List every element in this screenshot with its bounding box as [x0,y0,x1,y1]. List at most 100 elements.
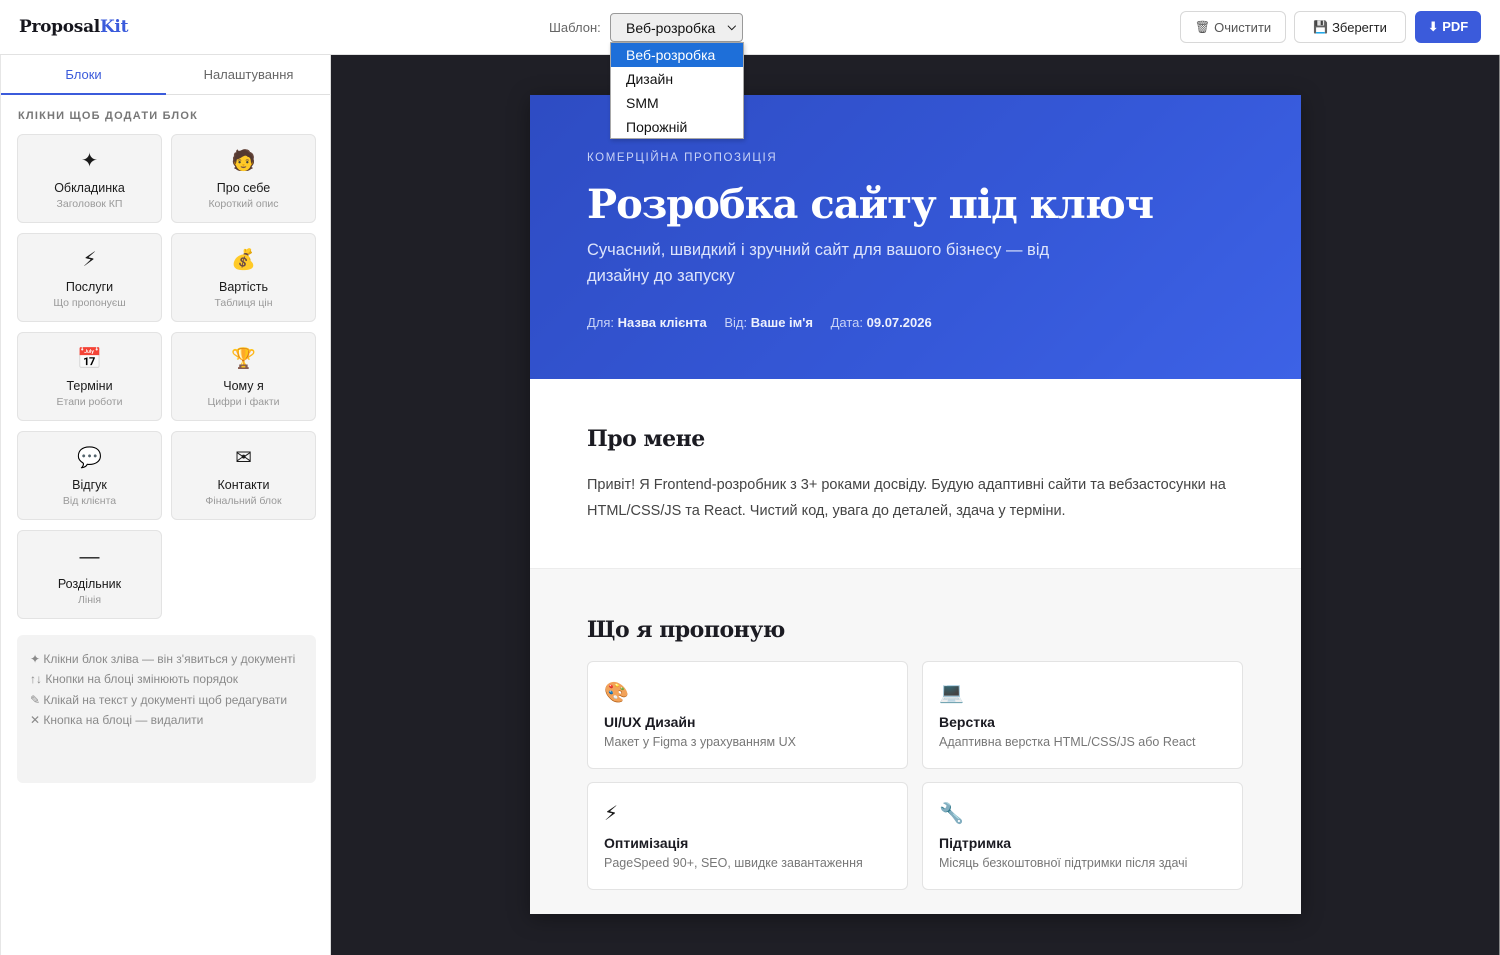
divider-line-icon: — [79,546,100,568]
sidebar-tabs: Блоки Налаштування [1,55,331,95]
document-canvas: КОМЕРЦІЙНА ПРОПОЗИЦІЯ Розробка сайту під… [331,55,1500,955]
block-card-subtitle: Лінія [77,594,102,606]
block-card[interactable]: ✦ Обкладинка Заголовок КП [17,134,162,223]
template-select[interactable]: Веб-розробка ⌵ [610,13,743,42]
block-card[interactable]: — Роздільник Лінія [17,530,162,619]
cover-title[interactable]: Розробка сайту під ключ [587,181,1154,228]
block-card[interactable]: 💬 Відгук Від клієнта [17,431,162,520]
block-card[interactable]: 📅 Терміни Етапи роботи [17,332,162,421]
block-card-title: Про себе [216,181,271,195]
palette-icon: 🎨 [604,682,629,704]
cover-meta: Для: Назва клієнта Від: Ваше ім'я Дата: … [587,315,946,330]
sidebar: Блоки Налаштування КЛІКНИ ЩОБ ДОДАТИ БЛО… [0,55,331,955]
save-button-label: Зберегти [1332,19,1387,35]
cover-date-label: Дата: [830,315,863,330]
speech-bubble-icon: 💬 [77,447,102,469]
money-bag-icon: 💰 [231,249,256,271]
service-subtitle[interactable]: PageSpeed 90+, SEO, швидке завантаження [604,856,863,870]
template-option-empty[interactable]: Порожній [611,115,743,139]
block-card-title: Терміни [66,379,113,393]
template-select-value: Веб-розробка [626,20,716,36]
hint-line: ✕ Кнопка на блоці — видалити [30,712,204,727]
block-card[interactable]: ✉ Контакти Фінальний блок [171,431,316,520]
hint-line: ↑↓ Кнопки на блоці змінюють порядок [30,672,239,687]
cover-from[interactable]: Від: Ваше ім'я [724,315,813,330]
cover-eyebrow[interactable]: КОМЕРЦІЙНА ПРОПОЗИЦІЯ [587,152,777,164]
about-block[interactable]: Про мене Привіт! Я Frontend-розробник з … [530,379,1301,569]
block-card-subtitle: Заголовок КП [56,198,123,210]
cover-date[interactable]: Дата: 09.07.2026 [831,315,932,330]
template-option-design[interactable]: Дизайн [611,67,743,91]
hint-line: ✎ Клікай на текст у документі щоб редагу… [30,692,288,707]
proposal-document: КОМЕРЦІЙНА ПРОПОЗИЦІЯ Розробка сайту під… [530,95,1301,914]
block-card-subtitle: Від клієнта [62,495,117,507]
service-subtitle[interactable]: Місяць безкоштовної підтримки після здач… [939,856,1187,870]
tab-blocks[interactable]: Блоки [1,55,166,95]
top-bar: ProposalKit Шаблон: Веб-розробка ⌵ Веб-р… [0,0,1500,139]
template-label: Шаблон: [549,20,601,35]
block-card[interactable]: 💰 Вартість Таблиця цін [171,233,316,322]
template-option-smm[interactable]: SMM [611,91,743,115]
services-title[interactable]: Що я пропоную [587,617,785,643]
logo-text: Proposal [19,17,100,37]
about-title[interactable]: Про мене [587,426,705,452]
pdf-button[interactable]: ⬇ PDF [1415,11,1481,43]
app-logo[interactable]: ProposalKit [19,17,128,37]
laptop-icon: 💻 [939,682,964,704]
block-card-subtitle: Цифри і факти [207,396,280,408]
services-block[interactable]: Що я пропоную 🎨 UI/UX Дизайн Макет у Figma… [530,569,1301,914]
floppy-disk-icon: 💾 [1313,20,1329,34]
block-card-title: Вартість [219,280,268,294]
lightning-icon: ⚡ [604,803,619,825]
cover-subtitle[interactable]: Сучасний, швидкий і зручний сайт для ваш… [587,237,1087,289]
block-card-subtitle: Короткий опис [208,198,279,210]
hint-line: ✦ Клікни блок зліва — він з'явиться у до… [30,652,296,666]
save-button[interactable]: 💾 Зберегти [1294,11,1406,43]
block-card-title: Роздільник [57,577,122,591]
block-card[interactable]: ⚡ Послуги Що пропонуєш [17,233,162,322]
trash-icon: 🗑 [1194,20,1211,34]
block-card-title: Чому я [223,379,264,393]
block-card-title: Обкладинка [54,181,125,195]
clear-button-label: Очистити [1214,19,1272,35]
calendar-icon: 📅 [77,348,102,370]
lightning-icon: ⚡ [82,249,97,271]
hint-box: ✦ Клікни блок зліва — він з'явиться у до… [17,635,316,783]
block-card-title: Контакти [217,478,270,492]
service-title[interactable]: UI/UX Дизайн [604,714,695,730]
block-card-title: Відгук [72,478,107,492]
about-text[interactable]: Привіт! Я Frontend-розробник з 3+ роками… [587,472,1257,524]
cover-for-value: Назва клієнта [617,315,707,330]
block-card-subtitle: Фінальний блок [205,495,282,507]
service-title[interactable]: Підтримка [939,835,1011,851]
block-card-subtitle: Таблиця цін [214,297,273,309]
cover-for-label: Для: [587,315,615,330]
service-card[interactable]: 🎨 UI/UX Дизайн Макет у Figma з урахуванням… [587,661,908,769]
service-card[interactable]: 🔧 Підтримка Місяць безкоштовної підтримки … [922,782,1243,890]
block-card[interactable]: 🧑 Про себе Короткий опис [171,134,316,223]
service-card[interactable]: ⚡ Оптимізація PageSpeed 90+, SEO, швидке з… [587,782,908,890]
template-dropdown: Веб-розробка Дизайн SMM Порожній [610,42,744,139]
pdf-button-label: ⬇ PDF [1427,19,1469,34]
sparkle-icon: ✦ [81,150,98,172]
blocks-section-label: КЛІКНИ ЩОБ ДОДАТИ БЛОК [18,110,199,122]
wrench-icon: 🔧 [939,803,964,825]
chevron-down-icon: ⌵ [727,21,736,33]
tab-settings[interactable]: Налаштування [166,55,331,95]
service-card[interactable]: 💻 Верстка Адаптивна верстка HTML/CSS/JS аб… [922,661,1243,769]
service-title[interactable]: Оптимізація [604,835,688,851]
trophy-icon: 🏆 [231,348,256,370]
service-subtitle[interactable]: Адаптивна верстка HTML/CSS/JS або React [939,735,1196,749]
block-card-title: Послуги [65,280,114,294]
service-title[interactable]: Верстка [939,714,995,730]
envelope-icon: ✉ [235,447,252,469]
service-subtitle[interactable]: Макет у Figma з урахуванням UX [604,735,796,749]
cover-from-value: Ваше ім'я [750,315,813,330]
cover-from-label: Від: [724,315,748,330]
cover-for[interactable]: Для: Назва клієнта [587,315,707,330]
block-card[interactable]: 🏆 Чому я Цифри і факти [171,332,316,421]
cover-date-value: 09.07.2026 [866,315,932,330]
logo-accent-text: Kit [99,17,129,37]
clear-button[interactable]: 🗑 Очистити [1180,11,1286,43]
template-option-web[interactable]: Веб-розробка [611,43,743,67]
